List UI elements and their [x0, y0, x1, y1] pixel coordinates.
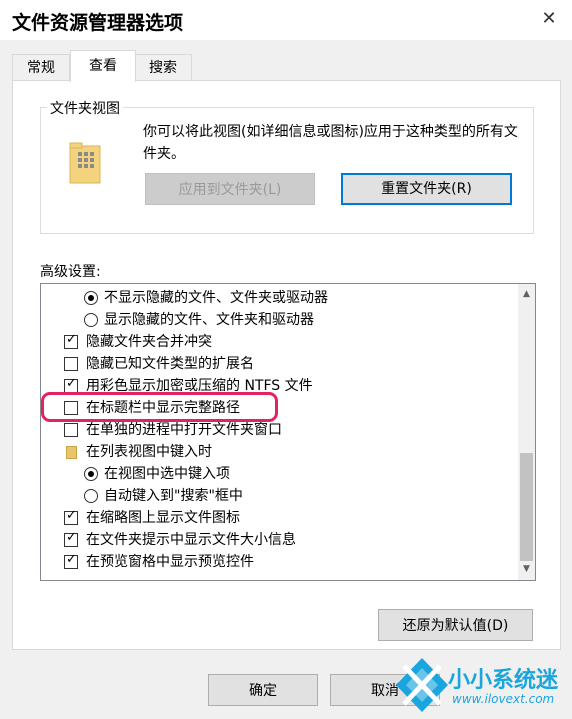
- checkbox[interactable]: ✓: [64, 508, 78, 525]
- list-item-label: 隐藏已知文件类型的扩展名: [86, 356, 254, 372]
- folder-icon: [66, 446, 77, 459]
- close-button[interactable]: ✕: [526, 0, 572, 40]
- list-item-label: 在列表视图中键入时: [86, 444, 212, 460]
- checkbox[interactable]: ✓: [64, 376, 78, 393]
- checkbox[interactable]: [64, 357, 78, 371]
- watermark: 小小系统迷 www.ilovext.com: [392, 652, 572, 719]
- scroll-down-icon[interactable]: ▼: [518, 561, 535, 578]
- scroll-up-icon[interactable]: ▲: [518, 286, 535, 303]
- window-title: 文件资源管理器选项: [12, 12, 184, 34]
- list-item-label: 在缩略图上显示文件图标: [86, 510, 240, 526]
- list-item-label: 自动键入到"搜索"框中: [104, 488, 243, 504]
- list-item-label: 隐藏文件夹合并冲突: [86, 334, 212, 350]
- title-bar: 文件资源管理器选项 ✕: [0, 0, 572, 40]
- group-title: 文件夹视图: [47, 98, 123, 118]
- highlight-annotation: [41, 392, 278, 422]
- radio-button[interactable]: [84, 291, 98, 305]
- radio-button[interactable]: [84, 489, 98, 503]
- scroll-thumb[interactable]: [520, 453, 533, 561]
- watermark-url: www.ilovext.com: [452, 692, 555, 706]
- radio-button[interactable]: [84, 467, 98, 481]
- checkbox[interactable]: [64, 423, 78, 437]
- view-tab-panel: 文件夹视图 你可以将此视图(如详细信息或图标)应用于这种类型的所有文件夹。 应用…: [12, 80, 561, 650]
- folder-icon: [69, 142, 101, 184]
- radio-button[interactable]: [84, 313, 98, 327]
- checkbox[interactable]: ✓: [64, 332, 78, 349]
- vertical-scrollbar[interactable]: ▲ ▼: [518, 284, 535, 580]
- list-item-label: 在视图中选中键入项: [104, 466, 230, 482]
- tab-search[interactable]: 搜索: [134, 54, 192, 81]
- list-item-label: 显示隐藏的文件、文件夹和驱动器: [104, 312, 314, 328]
- ok-button[interactable]: 确定: [208, 674, 318, 706]
- list-item-label: 在文件夹提示中显示文件大小信息: [86, 532, 296, 548]
- close-icon: ✕: [541, 8, 557, 29]
- list-item-label: 不显示隐藏的文件、文件夹或驱动器: [104, 290, 328, 306]
- watermark-logo-icon: [396, 658, 448, 712]
- list-item-label: 在预览窗格中显示预览控件: [86, 554, 254, 570]
- tab-view[interactable]: 查看: [70, 50, 136, 82]
- reset-folders-button[interactable]: 重置文件夹(R): [341, 173, 512, 205]
- tab-general[interactable]: 常规: [12, 54, 70, 81]
- folder-views-description: 你可以将此视图(如详细信息或图标)应用于这种类型的所有文件夹。: [143, 124, 518, 162]
- restore-defaults-button[interactable]: 还原为默认值(D): [378, 609, 533, 641]
- checkbox[interactable]: ✓: [64, 552, 78, 569]
- folder-views-group: 文件夹视图 你可以将此视图(如详细信息或图标)应用于这种类型的所有文件夹。 应用…: [40, 98, 534, 234]
- advanced-settings-label: 高级设置:: [40, 264, 101, 280]
- watermark-brand: 小小系统迷: [448, 668, 559, 693]
- list-item-label: 在单独的进程中打开文件夹窗口: [86, 422, 282, 438]
- checkbox[interactable]: ✓: [64, 530, 78, 547]
- advanced-settings-list[interactable]: 不显示隐藏的文件、文件夹或驱动器 显示隐藏的文件、文件夹和驱动器 ✓ 隐藏文件夹…: [40, 283, 536, 581]
- apply-to-folders-button[interactable]: 应用到文件夹(L): [145, 173, 315, 205]
